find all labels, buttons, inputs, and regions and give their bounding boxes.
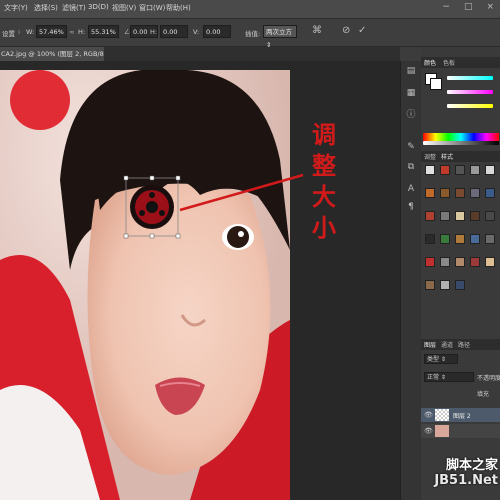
tab-adjustments[interactable]: 调整 xyxy=(424,152,436,161)
layer-filter-select[interactable]: 类型 ⇕ xyxy=(424,354,458,364)
style-swatch[interactable] xyxy=(455,211,465,221)
magenta-slider[interactable] xyxy=(447,90,493,94)
layer-row-2[interactable]: 👁 图层 2 xyxy=(421,408,500,422)
style-swatch[interactable] xyxy=(440,165,450,175)
annotation-char-2: 整 xyxy=(312,152,336,180)
style-swatch[interactable] xyxy=(425,211,435,221)
layer-thumbnail xyxy=(435,409,449,421)
style-swatch[interactable] xyxy=(485,211,495,221)
layer-row-background[interactable]: 👁 xyxy=(421,424,500,438)
blend-mode-select[interactable]: 正常 ⇕ xyxy=(424,372,474,382)
close-icon[interactable]: × xyxy=(486,2,494,12)
style-swatch[interactable] xyxy=(485,257,495,267)
style-swatch[interactable] xyxy=(425,188,435,198)
style-swatch[interactable] xyxy=(485,188,495,198)
layer-thumbnail xyxy=(435,425,449,437)
tab-paths[interactable]: 路径 xyxy=(458,340,470,349)
annotation-text: 调 整 大 小 xyxy=(304,120,344,244)
style-swatch[interactable] xyxy=(470,211,480,221)
layer-name: 图层 2 xyxy=(453,413,471,420)
tab-styles[interactable]: 样式 xyxy=(441,152,453,161)
style-swatch[interactable] xyxy=(440,257,450,267)
layers-panel-tabs: 图层 通道 路径 xyxy=(421,339,500,350)
watermark-line1: 脚本之家 xyxy=(445,458,498,473)
grayscale-bar[interactable] xyxy=(423,141,499,145)
style-swatch[interactable] xyxy=(455,234,465,244)
style-swatch[interactable] xyxy=(440,188,450,198)
annotation-char-4: 小 xyxy=(312,214,336,242)
watermark-line2: JB51.Net xyxy=(434,473,498,488)
color-spectrum-bar[interactable] xyxy=(423,133,499,141)
style-swatch[interactable] xyxy=(455,280,465,290)
style-swatch[interactable] xyxy=(455,188,465,198)
annotation-pointer-line xyxy=(179,173,304,212)
style-swatch[interactable] xyxy=(470,257,480,267)
tab-color[interactable]: 颜色 xyxy=(424,58,436,67)
opacity-label: 不透明度 xyxy=(477,375,500,382)
style-swatch[interactable] xyxy=(455,165,465,175)
minimize-icon[interactable]: − xyxy=(442,2,450,12)
style-swatch[interactable] xyxy=(470,165,480,175)
watermark: 脚本之家 JB51.Net xyxy=(416,454,498,488)
clone-source-icon[interactable]: ⧉ xyxy=(405,161,417,173)
fill-label: 填充 xyxy=(477,391,490,398)
background-color-swatch[interactable] xyxy=(430,78,442,90)
style-swatch[interactable] xyxy=(455,257,465,267)
style-swatch[interactable] xyxy=(425,234,435,244)
cyan-slider[interactable] xyxy=(447,76,493,80)
styles-panel-tabs: 调整 样式 xyxy=(421,151,500,162)
style-swatch[interactable] xyxy=(470,188,480,198)
visibility-eye-icon[interactable]: 👁 xyxy=(424,427,433,435)
yellow-slider[interactable] xyxy=(447,104,493,108)
styles-grid xyxy=(421,165,500,305)
style-swatch[interactable] xyxy=(485,234,495,244)
style-swatch[interactable] xyxy=(440,280,450,290)
tab-layers[interactable]: 图层 xyxy=(424,340,436,349)
style-swatch[interactable] xyxy=(425,280,435,290)
annotation-char-3: 大 xyxy=(312,183,336,211)
style-swatch[interactable] xyxy=(485,165,495,175)
brush-icon[interactable]: ✎ xyxy=(405,141,417,153)
history-icon[interactable]: ▤ xyxy=(405,65,417,77)
maximize-icon[interactable]: □ xyxy=(464,2,473,12)
properties-icon[interactable]: ▦ xyxy=(405,87,417,99)
annotation-char-1: 调 xyxy=(312,121,336,149)
color-panel-tabs: 颜色 色板 xyxy=(421,57,500,68)
tab-channels[interactable]: 通道 xyxy=(441,340,453,349)
style-swatch[interactable] xyxy=(425,257,435,267)
visibility-eye-icon[interactable]: 👁 xyxy=(424,411,433,419)
character-icon[interactable]: A xyxy=(405,183,417,195)
right-panels: 颜色 色板 调整 样式 图层 通道 路径 类型 ⇕ 正常 ⇕ 不透明度 填充 👁… xyxy=(421,47,500,500)
paragraph-icon[interactable]: ¶ xyxy=(405,201,417,213)
info-icon[interactable]: ⓘ xyxy=(405,109,417,121)
style-swatch[interactable] xyxy=(470,234,480,244)
tab-swatches[interactable]: 色板 xyxy=(443,58,455,67)
style-swatch[interactable] xyxy=(425,165,435,175)
panel-icon-strip: ▤ ▦ ⓘ ✎ ⧉ A ¶ xyxy=(400,61,421,500)
style-swatch[interactable] xyxy=(440,211,450,221)
style-swatch[interactable] xyxy=(440,234,450,244)
